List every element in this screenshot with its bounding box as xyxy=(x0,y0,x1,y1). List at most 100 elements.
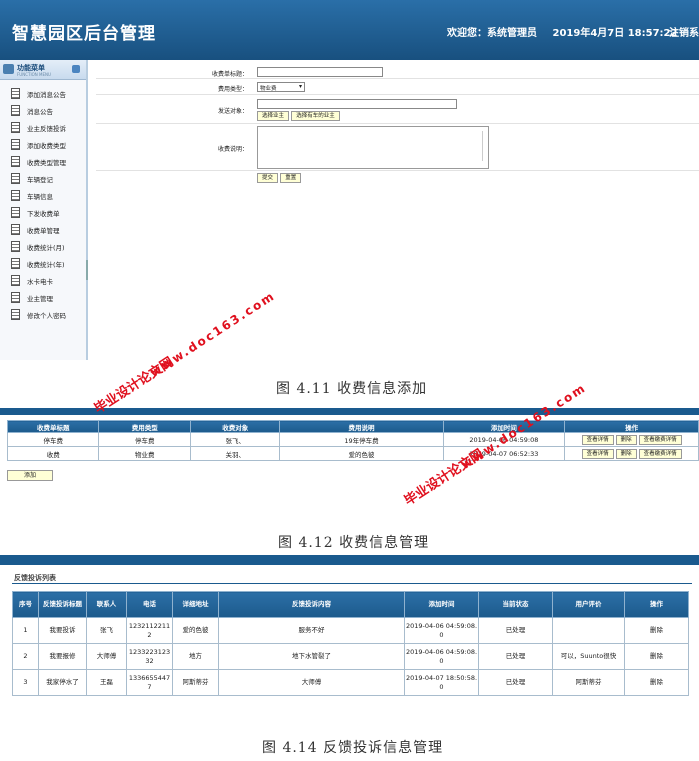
document-icon xyxy=(11,173,20,184)
document-icon xyxy=(11,190,20,201)
fee-type-select[interactable]: 物业费 xyxy=(257,82,305,92)
system-title: 智慧园区后台管理 xyxy=(12,24,156,44)
form-row-target: 发送对象： 选择业主 选择有车的业主 xyxy=(96,95,699,124)
sidebar-item-change-password[interactable]: 修改个人密码 xyxy=(0,307,86,324)
view-detail-button[interactable]: 查看详情 xyxy=(581,448,614,459)
welcome-text: 欢迎您：系统管理员 xyxy=(447,28,537,39)
sidebar-item-feedback[interactable]: 业主反馈投诉 xyxy=(0,120,86,137)
cell-title: 收费 xyxy=(6,446,100,461)
select-owner-button[interactable]: 选择业主 xyxy=(257,111,290,121)
sidebar-item-label: 车辆信息 xyxy=(27,193,53,201)
menu-list: 添加消息公告 消息公告 业主反馈投诉 添加收费类型 收费类型管理 车辆登记 车辆… xyxy=(0,80,86,324)
figure-fee-add: 智慧园区后台管理 欢迎您：系统管理员 2019年4月7日 18:57:22 注销… xyxy=(0,0,699,397)
sidebar-item-fee-type-manage[interactable]: 收费类型管理 xyxy=(0,154,86,171)
cell-phone: 123322312332 xyxy=(126,643,173,670)
sidebar-item-owner-manage[interactable]: 业主管理 xyxy=(0,290,86,307)
sidebar-item-label: 收费统计(月) xyxy=(27,244,65,252)
view-detail-button[interactable]: 查看详情 xyxy=(581,434,614,445)
admin-header: 智慧园区后台管理 欢迎您：系统管理员 2019年4月7日 18:57:22 注销… xyxy=(0,0,699,60)
view-payment-button[interactable]: 查看缴费详情 xyxy=(638,448,682,459)
cell-status: 已处理 xyxy=(478,643,553,670)
delete-link[interactable]: 删除 xyxy=(624,643,689,670)
cell-desc: 爱的色彼 xyxy=(279,446,444,461)
form-row-type: 费用类型： 物业费 xyxy=(96,79,699,95)
table-header-row: 序号 反馈投诉标题 联系人 电话 详细地址 反馈投诉内容 添加时间 当前状态 用… xyxy=(12,591,689,618)
document-icon xyxy=(11,139,20,150)
document-icon xyxy=(11,309,20,320)
target-input[interactable] xyxy=(257,99,457,109)
feedback-table: 序号 反馈投诉标题 联系人 电话 详细地址 反馈投诉内容 添加时间 当前状态 用… xyxy=(12,591,689,696)
select-car-owner-button[interactable]: 选择有车的业主 xyxy=(291,111,340,121)
cell-content: 服务不好 xyxy=(218,617,405,644)
datetime: 2019年4月7日 18:57:22 xyxy=(552,28,678,39)
col-header: 操作 xyxy=(624,591,689,618)
divider xyxy=(12,583,692,584)
cell-time: 2019-04-06 04:59:08.0 xyxy=(404,643,479,670)
col-header: 反馈投诉内容 xyxy=(218,591,405,618)
col-header: 详细地址 xyxy=(172,591,219,618)
sidebar-item-add-fee-type[interactable]: 添加收费类型 xyxy=(0,137,86,154)
form-row-actions: 提交 重置 xyxy=(96,171,699,185)
title-input[interactable] xyxy=(257,67,383,77)
table-row: 收费 物业费 关羽、 爱的色彼 2019-04-07 06:52:33 查看详情… xyxy=(6,446,699,461)
cell-review: 阿斯蒂芬 xyxy=(552,669,625,696)
sidebar-item-label: 添加消息公告 xyxy=(27,91,66,99)
cell-review xyxy=(552,617,625,644)
collapse-icon[interactable] xyxy=(72,65,80,73)
delete-button[interactable]: 删除 xyxy=(615,434,637,445)
sidebar-item-issue-bill[interactable]: 下发收费单 xyxy=(0,205,86,222)
cell-title: 我家停水了 xyxy=(38,669,87,696)
cell-status: 已处理 xyxy=(478,669,553,696)
header-strip xyxy=(0,555,699,565)
sidebar-splitter[interactable] xyxy=(86,260,88,280)
col-header: 电话 xyxy=(126,591,173,618)
delete-button[interactable]: 删除 xyxy=(615,448,637,459)
sidebar-item-add-notice[interactable]: 添加消息公告 xyxy=(0,86,86,103)
sidebar-item-vehicle-register[interactable]: 车辆登记 xyxy=(0,171,86,188)
desc-textarea[interactable] xyxy=(257,126,489,169)
cell-contact: 大师傅 xyxy=(86,643,127,670)
sidebar-item-vehicle-info[interactable]: 车辆信息 xyxy=(0,188,86,205)
cell-review: 可以，Suunto很快 xyxy=(552,643,625,670)
cell-content: 大师傅 xyxy=(218,669,405,696)
fee-table: 收费单标题 费用类型 收费对象 费用说明 添加时间 操作 停车费 停车费 张飞、… xyxy=(6,420,699,461)
title-ctl xyxy=(257,67,383,77)
col-header: 反馈投诉标题 xyxy=(38,591,87,618)
cell-address: 爱的色彼 xyxy=(172,617,219,644)
sidebar-item-label: 车辆登记 xyxy=(27,176,53,184)
form-row-title: 收费单标题： xyxy=(96,64,699,79)
cell-actions: 查看详情 删除 查看缴费详情 xyxy=(564,432,699,447)
view-payment-button[interactable]: 查看缴费详情 xyxy=(638,434,682,445)
table-row: 2 我要报修 大师傅 123322312332 地方 地下水管裂了 2019-0… xyxy=(12,643,689,670)
submit-button[interactable]: 提交 xyxy=(257,173,279,183)
sidebar-item-stats-year[interactable]: 收费统计(年) xyxy=(0,256,86,273)
document-icon xyxy=(11,241,20,252)
sidebar-item-label: 下发收费单 xyxy=(27,210,60,218)
sidebar-item-water-electric-card[interactable]: 水卡电卡 xyxy=(0,273,86,290)
sidebar-item-label: 消息公告 xyxy=(27,108,53,116)
add-button[interactable]: 添加 xyxy=(7,470,53,481)
delete-link[interactable]: 删除 xyxy=(624,669,689,696)
type-label: 费用类型： xyxy=(217,86,248,93)
cell-title: 我要报修 xyxy=(38,643,87,670)
current-user: 系统管理员 xyxy=(487,28,537,39)
document-icon xyxy=(11,275,20,286)
figure-caption: 图 4.14 反馈投诉信息管理 xyxy=(262,740,444,756)
reset-button[interactable]: 重置 xyxy=(280,173,302,183)
cell-desc: 19年停车费 xyxy=(279,432,444,447)
logout-link[interactable]: 注销系统 xyxy=(669,24,699,39)
cell-no: 2 xyxy=(12,643,39,670)
sidebar-item-stats-month[interactable]: 收费统计(月) xyxy=(0,239,86,256)
sidebar-item-bill-manage[interactable]: 收费单管理 xyxy=(0,222,86,239)
cell-time: 2019-04-07 18:50:58.0 xyxy=(404,669,479,696)
sidebar-item-label: 水卡电卡 xyxy=(27,278,53,286)
table-row: 停车费 停车费 张飞、 19年停车费 2019-04-06 04:59:08 查… xyxy=(6,432,699,447)
cell-contact: 王磊 xyxy=(86,669,127,696)
sidebar-item-notice[interactable]: 消息公告 xyxy=(0,103,86,120)
delete-link[interactable]: 删除 xyxy=(624,617,689,644)
table-header-row: 收费单标题 费用类型 收费对象 费用说明 添加时间 操作 xyxy=(6,420,699,433)
welcome-label: 欢迎您： xyxy=(447,28,487,39)
sidebar-item-label: 收费统计(年) xyxy=(27,261,65,269)
document-icon xyxy=(11,292,20,303)
cell-target: 关羽、 xyxy=(189,446,281,461)
